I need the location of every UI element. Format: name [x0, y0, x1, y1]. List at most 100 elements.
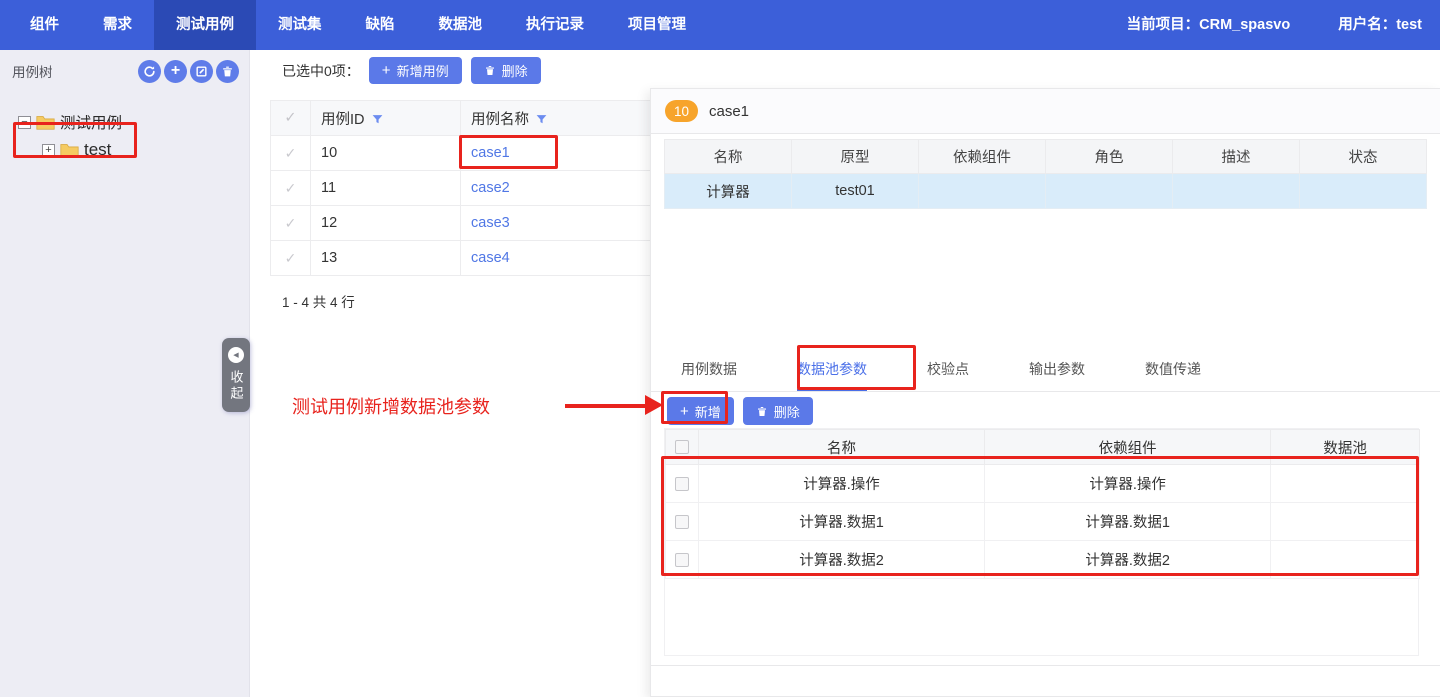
select-all-cell[interactable]: ✓ [271, 101, 311, 136]
tree-node-test-cases[interactable]: − 测试用例 [18, 108, 249, 136]
filter-icon[interactable] [535, 113, 548, 126]
cell: 计算器 [665, 174, 792, 209]
annotation-arrow-head [645, 395, 663, 415]
table-row[interactable]: 计算器.数据2 计算器.数据2 [666, 541, 1420, 579]
tab-data-pool-params[interactable]: 数据池参数 [797, 348, 867, 391]
tab-checkpoints[interactable]: 校验点 [927, 348, 969, 391]
edit-icon [195, 65, 208, 78]
case-id-cell: 10 [311, 136, 461, 171]
table-row[interactable]: ✓ 13 case4 [271, 241, 651, 276]
info-table-header-row: 名称 原型 依赖组件 角色 描述 状态 [665, 140, 1427, 174]
table-row[interactable]: ✓ 10 case1 [271, 136, 651, 171]
tree-delete-button[interactable] [216, 60, 239, 83]
add-param-button[interactable]: + 新增 [667, 397, 734, 425]
tab-value-transfer[interactable]: 数值传递 [1145, 348, 1201, 391]
cell: 计算器.数据1 [985, 503, 1271, 541]
row-select-cell[interactable] [666, 465, 699, 503]
case-tree-sidebar: 用例树 + − 测试用例 [0, 50, 250, 697]
table-row[interactable]: 计算器.数据1 计算器.数据1 [666, 503, 1420, 541]
column-header: 数据池 [1271, 430, 1420, 465]
tree-node-test[interactable]: + test [42, 136, 249, 164]
cell: 计算器.操作 [699, 465, 985, 503]
tab-case-data[interactable]: 用例数据 [681, 348, 737, 391]
sidebar-collapse-handle[interactable]: ◀ 收起 [222, 338, 250, 412]
plus-icon: + [382, 63, 391, 78]
case-id-cell: 12 [311, 206, 461, 241]
row-select-cell[interactable]: ✓ [271, 241, 311, 276]
delete-param-button[interactable]: 删除 [743, 397, 813, 425]
tree-add-button[interactable]: + [164, 60, 187, 83]
refresh-icon [143, 65, 156, 78]
tree-node-label: 测试用例 [60, 111, 122, 133]
plus-icon: + [680, 404, 689, 419]
nav-item-test-sets[interactable]: 测试集 [256, 0, 344, 50]
username-label: 用户名：test [1338, 0, 1422, 50]
folder-icon [60, 143, 79, 158]
nav-item-project-management[interactable]: 项目管理 [606, 0, 708, 50]
checkbox[interactable] [675, 553, 689, 567]
table-row[interactable]: ✓ 11 case2 [271, 171, 651, 206]
case-link[interactable]: case3 [471, 215, 510, 231]
checkbox[interactable] [675, 440, 689, 454]
checkbox[interactable] [675, 477, 689, 491]
cell [919, 174, 1046, 209]
cell: 计算器.操作 [985, 465, 1271, 503]
collapse-arrow-icon: ◀ [228, 347, 244, 363]
filter-icon[interactable] [371, 113, 384, 126]
tree-edit-button[interactable] [190, 60, 213, 83]
current-project-label: 当前项目：CRM_spasvo [1127, 0, 1291, 50]
add-case-button[interactable]: + 新增用例 [369, 57, 462, 84]
checkbox[interactable] [675, 515, 689, 529]
param-table-header-row: 名称 依赖组件 数据池 [666, 430, 1420, 465]
nav-item-requirements[interactable]: 需求 [81, 0, 154, 50]
param-actions: + 新增 删除 [667, 397, 813, 425]
nav-item-execution-records[interactable]: 执行记录 [504, 0, 606, 50]
column-header: 原型 [792, 140, 919, 174]
column-header: 依赖组件 [985, 430, 1271, 465]
nav-right: 当前项目：CRM_spasvo 用户名：test [1127, 0, 1440, 50]
row-select-cell[interactable]: ✓ [271, 206, 311, 241]
collapse-label: 收起 [227, 370, 246, 402]
case-detail-panel: 10 case1 名称 原型 依赖组件 角色 描述 状态 计算器 test01 [650, 88, 1440, 697]
expand-box-icon[interactable]: + [42, 144, 55, 157]
case-id-badge: 10 [665, 100, 698, 122]
select-all-cell[interactable] [666, 430, 699, 465]
row-select-cell[interactable]: ✓ [271, 136, 311, 171]
row-select-cell[interactable]: ✓ [271, 171, 311, 206]
case-title: case1 [709, 103, 749, 120]
nav-item-defects[interactable]: 缺陷 [344, 0, 417, 50]
check-icon: ✓ [285, 180, 297, 196]
case-link[interactable]: case4 [471, 250, 510, 266]
check-icon: ✓ [285, 215, 297, 231]
check-icon: ✓ [284, 110, 296, 126]
table-row-selected[interactable]: 计算器 test01 [665, 174, 1427, 209]
row-select-cell[interactable] [666, 541, 699, 579]
collapse-box-icon[interactable]: − [18, 116, 31, 129]
column-header-case-id[interactable]: 用例ID [311, 101, 461, 136]
nav-item-components[interactable]: 组件 [8, 0, 81, 50]
add-case-label: 新增用例 [397, 61, 449, 80]
tree-refresh-button[interactable] [138, 60, 161, 83]
trash-icon [484, 64, 496, 77]
pagination-label: 1 - 4 共 4 行 [282, 291, 355, 311]
column-header: 依赖组件 [919, 140, 1046, 174]
nav-item-test-cases[interactable]: 测试用例 [154, 0, 256, 50]
case-link[interactable]: case1 [471, 145, 510, 161]
row-select-cell[interactable] [666, 503, 699, 541]
tab-output-params[interactable]: 输出参数 [1029, 348, 1085, 391]
case-id-cell: 13 [311, 241, 461, 276]
cell: 计算器.数据2 [699, 541, 985, 579]
case-tree: − 测试用例 + test [0, 92, 249, 164]
selected-count-label: 已选中0项： [282, 61, 360, 81]
case-table: ✓ 用例ID 用例名称 ✓ 10 case1 ✓ 11 case2 ✓ [270, 100, 651, 276]
delete-param-label: 删除 [774, 402, 800, 421]
detail-panel-header: 10 case1 [651, 89, 1440, 134]
nav-item-data-pool[interactable]: 数据池 [417, 0, 505, 50]
delete-cases-button[interactable]: 删除 [471, 57, 541, 84]
tree-toolbar: + [138, 60, 239, 83]
column-header-case-name[interactable]: 用例名称 [461, 101, 651, 136]
cell: 计算器.数据1 [699, 503, 985, 541]
case-link[interactable]: case2 [471, 180, 510, 196]
table-row[interactable]: 计算器.操作 计算器.操作 [666, 465, 1420, 503]
table-row[interactable]: ✓ 12 case3 [271, 206, 651, 241]
